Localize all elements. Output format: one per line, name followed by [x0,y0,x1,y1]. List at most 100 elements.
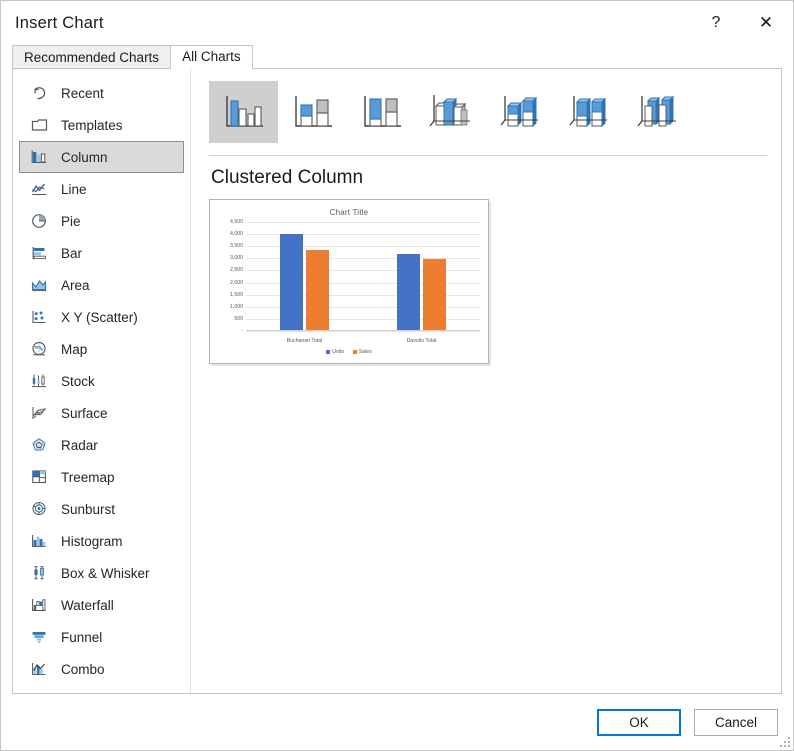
sidebar-item-sunburst[interactable]: Sunburst [19,493,184,525]
dialog-footer: OK Cancel [1,694,793,750]
plot [246,222,480,332]
sidebar-item-radar[interactable]: Radar [19,429,184,461]
x-axis-labels: Buchanan Total Davolio Total [246,338,480,344]
thumbnail-3d-column[interactable] [623,81,692,143]
thumbnail-separator [209,155,767,156]
legend-item: Units [326,349,344,355]
sidebar-item-stock[interactable]: Stock [19,365,184,397]
sidebar-item-combo[interactable]: Combo [19,653,184,685]
treemap-chart-icon [28,467,50,487]
sidebar-item-label: Column [61,149,108,165]
box-whisker-icon [28,563,50,583]
sidebar-item-surface[interactable]: Surface [19,397,184,429]
thumbnail-stacked-column[interactable] [278,81,347,143]
map-globe-icon [28,339,50,359]
y-axis-tick: 4,000 [230,231,243,238]
chart-type-sidebar[interactable]: Recent Templates Column Line Pie Bar Are… [13,69,191,693]
sidebar-item-line[interactable]: Line [19,173,184,205]
thumbnail-3d-100-percent-stacked-column[interactable] [554,81,623,143]
bar-group [363,222,480,331]
sidebar-item-histogram[interactable]: Histogram [19,525,184,557]
thumbnail-3d-clustered-column[interactable] [416,81,485,143]
chart-title: Chart Title [329,208,369,217]
thumbnail-3d-stacked-column[interactable] [485,81,554,143]
y-axis-tick: 1,500 [230,291,243,298]
legend-swatch [326,350,331,354]
tab-strip: Recommended Charts All Charts [1,45,793,69]
histogram-chart-icon [28,531,50,551]
sidebar-item-waterfall[interactable]: Waterfall [19,589,184,621]
content-panel: Recent Templates Column Line Pie Bar Are… [12,68,782,694]
x-axis-label: Davolio Total [406,338,437,344]
title-bar-buttons: ? ✕ [693,1,793,45]
chart-legend: Units Sales [216,349,482,355]
y-axis-tick: - [241,328,243,334]
bar-chart-icon [28,243,50,263]
ok-button[interactable]: OK [597,708,681,736]
area-chart-icon [28,275,50,295]
sidebar-item-recent[interactable]: Recent [19,77,184,109]
sidebar-item-label: Surface [61,405,108,421]
sidebar-item-label: Funnel [61,629,103,645]
chart-preview[interactable]: Chart Title 4,500 4,000 3,500 3,000 2,500 2,0… [209,199,489,364]
cancel-button[interactable]: Cancel [694,708,778,736]
axis-baseline [246,330,480,331]
sidebar-item-label: X Y (Scatter) [61,309,138,325]
waterfall-chart-icon [28,595,50,615]
bar-group [246,222,363,331]
y-axis: 4,500 4,000 3,500 3,000 2,500 2,000 1,500 1,000… [216,219,246,334]
legend-item: Sales [352,349,372,355]
insert-chart-dialog: Insert Chart ? ✕ Recommended Charts All … [0,0,794,751]
pie-chart-icon [28,211,50,231]
sidebar-item-pie[interactable]: Pie [19,205,184,237]
help-icon[interactable]: ? [693,1,739,45]
folder-icon [28,115,50,135]
thumbnail-clustered-column[interactable] [209,81,278,143]
bar-series [246,222,480,331]
x-axis-label: Buchanan Total [286,338,323,344]
recent-undo-icon [28,83,50,103]
y-axis-tick: 2,500 [230,267,243,274]
sidebar-item-funnel[interactable]: Funnel [19,621,184,653]
plot-area: 4,500 4,000 3,500 3,000 2,500 2,000 1,500 1,000… [216,219,480,334]
sidebar-item-label: Area [61,277,90,293]
sidebar-item-xy-scatter[interactable]: X Y (Scatter) [19,301,184,333]
legend-label: Units [332,349,344,355]
y-axis-tick: 1,000 [230,303,243,310]
chart-subtype-panel: Clustered Column Chart Title 4,500 4,000 3… [191,69,781,693]
sidebar-item-map[interactable]: Map [19,333,184,365]
y-axis-tick: 2,000 [230,279,243,286]
bar [397,254,420,331]
scatter-chart-icon [28,307,50,327]
tab-all-charts[interactable]: All Charts [170,45,253,69]
preview-heading: Clustered Column [211,167,364,188]
sidebar-item-label: Radar [61,437,98,453]
legend-label: Sales [358,349,372,355]
thumbnail-100-percent-stacked-column[interactable] [347,81,416,143]
sidebar-item-label: Box & Whisker [61,565,150,581]
close-icon[interactable]: ✕ [739,1,793,45]
bar [423,259,446,331]
sidebar-item-templates[interactable]: Templates [19,109,184,141]
sidebar-item-label: Templates [61,117,123,133]
chart-subtype-thumbnails [209,81,767,143]
sidebar-item-label: Combo [61,661,105,677]
dialog-title: Insert Chart [15,13,104,32]
sidebar-item-column[interactable]: Column [19,141,184,173]
radar-chart-icon [28,435,50,455]
resize-grip[interactable] [779,736,790,747]
y-axis-tick: 4,500 [230,219,243,225]
sidebar-item-treemap[interactable]: Treemap [19,461,184,493]
sidebar-item-area[interactable]: Area [19,269,184,301]
sidebar-item-bar[interactable]: Bar [19,237,184,269]
sidebar-item-label: Sunburst [61,501,116,517]
bar [280,234,303,331]
sidebar-item-label: Line [61,181,87,197]
sidebar-item-box-whisker[interactable]: Box & Whisker [19,557,184,589]
funnel-chart-icon [28,627,50,647]
y-axis-tick: 3,000 [230,255,243,262]
sidebar-item-label: Waterfall [61,597,114,613]
legend-swatch [352,350,357,354]
tab-recommended-charts[interactable]: Recommended Charts [12,45,172,68]
combo-chart-icon [28,659,50,679]
